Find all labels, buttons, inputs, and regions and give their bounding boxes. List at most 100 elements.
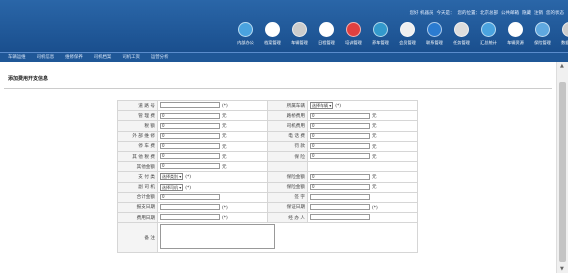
field-label: 支 付 类: [117, 171, 158, 183]
input-field[interactable]: 0: [310, 112, 370, 119]
nav-item[interactable]: 运营分析: [151, 53, 169, 62]
nav-item[interactable]: 司机信息: [37, 53, 55, 62]
form-row: 备 注: [117, 222, 418, 254]
field-label: 罚 款: [267, 140, 308, 152]
nav-item[interactable]: 车辆运维: [8, 53, 26, 62]
module-button[interactable]: 联系管理: [421, 22, 448, 52]
input-field[interactable]: [310, 204, 370, 211]
input-field[interactable]: 0: [310, 132, 370, 139]
field-unit: 元: [372, 124, 377, 130]
field-cell: 选择类别 ▾ (*): [157, 171, 268, 183]
input-field[interactable]: 0: [160, 153, 220, 160]
field-unit: (*): [335, 104, 342, 110]
module-button[interactable]: 汇总统计: [475, 22, 502, 52]
field-cell: [307, 191, 418, 203]
module-icon: [346, 22, 361, 37]
field-cell: 选择司机 ▾ (*): [157, 181, 268, 193]
module-button[interactable]: 内部办公: [232, 22, 259, 52]
module-label: 任务管理: [453, 40, 470, 45]
input-field[interactable]: 0: [310, 122, 370, 129]
module-icon: [508, 22, 523, 37]
module-icon: [427, 22, 442, 37]
top-link[interactable]: 您的状态: [546, 11, 564, 16]
input-field[interactable]: [310, 214, 370, 221]
field-unit: (*): [222, 103, 228, 109]
input-field[interactable]: 0: [160, 112, 220, 119]
field-cell: 0元: [157, 110, 268, 122]
top-link[interactable]: 您的位置：北京总部: [458, 11, 499, 16]
input-field[interactable]: [310, 194, 370, 201]
module-button[interactable]: 保险管理: [529, 22, 556, 52]
module-label: 保险管理: [534, 40, 551, 45]
module-toolbar: 内部办公 档案管理 车辆管理 日程管理 培训管理 养车管理 会员管理 联系管理 任务管理 汇总统计…: [232, 22, 568, 52]
input-field[interactable]: 0: [310, 183, 370, 190]
form-row: 副 司 机选择司机 ▾ (*) 保险金额 0 元: [117, 181, 418, 193]
module-icon: [481, 22, 496, 37]
module-icon: [535, 22, 550, 37]
field-label: 经 办 人: [267, 212, 308, 224]
module-label: 内部办公: [237, 40, 254, 45]
form-row: 其他金额 0 元: [117, 161, 418, 173]
field-label: 税 额: [117, 120, 158, 132]
input-field[interactable]: 0: [310, 143, 370, 150]
top-link[interactable]: 注销: [534, 11, 543, 16]
top-link[interactable]: 公共邮箱: [501, 11, 519, 16]
field-unit: 元: [222, 114, 227, 120]
input-field[interactable]: [160, 204, 220, 211]
field-cell: 0: [157, 191, 268, 203]
module-button[interactable]: 会员管理: [394, 22, 421, 52]
nav-item[interactable]: 司机工资: [122, 53, 140, 62]
input-field[interactable]: 0: [160, 163, 220, 170]
module-label: 养车管理: [372, 40, 389, 45]
module-icon: [373, 22, 388, 37]
input-field[interactable]: 0: [310, 153, 370, 160]
select-field[interactable]: 选择类别 ▾: [160, 173, 184, 181]
module-button[interactable]: 车辆资源: [502, 22, 529, 52]
field-label: 所属车辆: [267, 99, 308, 112]
field-unit: (*): [372, 205, 378, 211]
module-label: 数据设置: [561, 40, 568, 45]
main-nav: 车辆运维 司机信息 维修保养 司机档案 司机工资 运营分析: [0, 52, 568, 62]
field-cell: (*): [157, 99, 268, 112]
field-unit: 元: [222, 164, 227, 170]
scroll-down-icon[interactable]: ▼: [560, 266, 564, 272]
field-unit: 元: [222, 124, 227, 130]
select-field[interactable]: 选择司机 ▾: [160, 183, 184, 191]
module-button[interactable]: 任务管理: [448, 22, 475, 52]
module-button[interactable]: 培训管理: [340, 22, 367, 52]
input-field[interactable]: [160, 214, 220, 221]
remark-field[interactable]: [160, 224, 275, 250]
field-cell: 0元: [157, 120, 268, 132]
field-label: 合计金额: [117, 191, 158, 203]
form-row: 支 付 类选择类别 ▾ (*) 保险金额 0 元: [117, 171, 418, 183]
top-link[interactable]: 今天是：: [437, 11, 455, 16]
module-button[interactable]: 档案管理: [259, 22, 286, 52]
vertical-scrollbar[interactable]: ▲ ▼: [556, 62, 568, 273]
input-field[interactable]: [160, 102, 220, 109]
field-unit: 元: [372, 134, 377, 140]
scroll-up-icon[interactable]: ▲: [560, 63, 564, 69]
module-button[interactable]: 养车管理: [367, 22, 394, 52]
scroll-thumb[interactable]: [559, 82, 566, 262]
input-field[interactable]: 0: [160, 143, 220, 150]
field-cell: 0元: [307, 171, 418, 183]
module-button[interactable]: 日程管理: [313, 22, 340, 52]
module-button[interactable]: 车辆管理: [286, 22, 313, 52]
field-label: 副 司 机: [117, 181, 158, 193]
nav-item[interactable]: 维修保养: [65, 53, 83, 62]
top-header: 您好 机器员 今天是： 您的位置：北京总部 公共邮箱 隐藏 注销 您的状态 内部办公 档案管理…: [0, 0, 568, 52]
field-cell: 0元: [307, 130, 418, 142]
input-field[interactable]: 0: [160, 122, 220, 129]
input-field[interactable]: 0: [310, 173, 370, 180]
module-label: 会员管理: [399, 40, 416, 45]
select-field[interactable]: 选择车辆 ▾: [310, 102, 334, 110]
input-field[interactable]: 0: [160, 194, 220, 201]
form-row: 合计金额 0 签 字: [117, 191, 418, 203]
module-button[interactable]: 数据设置: [556, 22, 568, 52]
nav-item[interactable]: 司机档案: [94, 53, 112, 62]
top-link[interactable]: 您好 机器员: [410, 11, 434, 16]
top-link[interactable]: 隐藏: [522, 11, 531, 16]
field-unit: (*): [185, 185, 192, 191]
field-unit: 元: [372, 175, 377, 181]
input-field[interactable]: 0: [160, 132, 220, 139]
